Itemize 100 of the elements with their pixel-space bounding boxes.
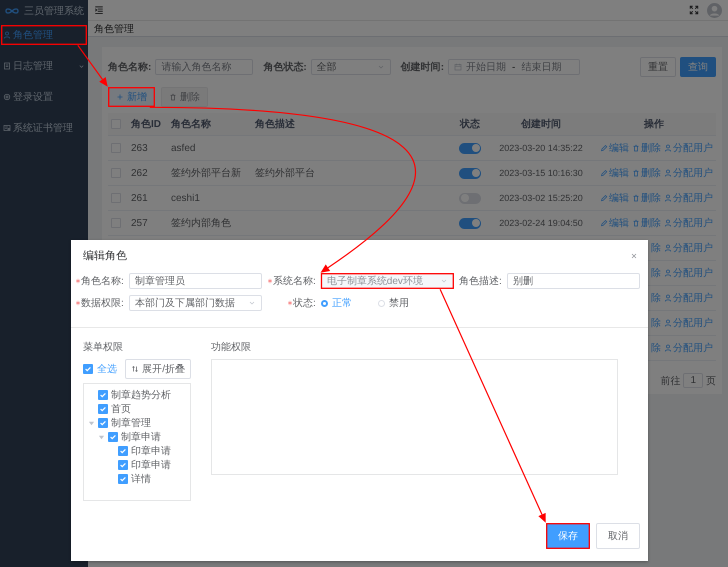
table-cell: 2023-03-20 14:35:22	[499, 143, 583, 153]
table-cell: 2023-03-02 15:25:20	[499, 193, 583, 203]
tree-node-label[interactable]: 详情	[131, 472, 151, 486]
field-label: 角色状态:	[263, 60, 307, 74]
action-link[interactable]: 删除	[632, 141, 661, 155]
trash-icon	[632, 219, 640, 227]
page-suffix: 页	[706, 374, 716, 388]
sidebar-item[interactable]: 系统证书管理	[1, 118, 87, 138]
field-label: 角色描述:	[459, 274, 502, 288]
caret-icon[interactable]	[88, 420, 95, 426]
dialog-title: 编辑角色	[83, 249, 127, 263]
tree-node-label[interactable]: 印章申请	[131, 444, 171, 458]
action-link[interactable]: 分配用户	[664, 191, 713, 205]
table-cell-text: 签约外部平台	[255, 166, 315, 180]
plus-icon	[116, 93, 124, 101]
action-link[interactable]: 删除	[632, 191, 661, 205]
caret-icon[interactable]	[98, 434, 105, 440]
table-cell: 262	[131, 168, 148, 178]
trash-icon	[632, 169, 640, 177]
person-icon	[664, 169, 672, 177]
table-cell: 261	[131, 192, 148, 204]
checkbox[interactable]	[118, 460, 128, 470]
checkbox-label: 全选	[97, 362, 117, 376]
chevron-down-icon	[248, 299, 256, 307]
action-link[interactable]: 分配用户	[664, 316, 713, 330]
tree-node-label[interactable]: 制章趋势分析	[111, 388, 171, 402]
document-icon	[3, 62, 11, 70]
settings-icon	[3, 93, 11, 101]
input-field[interactable]: 制章管理员	[128, 273, 262, 289]
pencil-icon	[600, 169, 608, 177]
checkbox[interactable]	[118, 446, 128, 456]
annotation-arrow	[77, 44, 108, 87]
tree-node-label[interactable]: 制章申请	[121, 430, 161, 444]
pencil-icon	[600, 194, 608, 202]
chevron-down-icon	[78, 62, 85, 70]
action-link[interactable]: 除	[651, 241, 661, 255]
table-cell-text: 签约外部平台新	[171, 166, 241, 180]
checkbox[interactable]	[98, 390, 108, 400]
expand-collapse-button[interactable]: 展开/折叠	[125, 359, 191, 379]
select-field[interactable]: 全部	[310, 59, 391, 75]
action-link[interactable]: 删除	[632, 166, 661, 180]
person-icon	[664, 319, 672, 327]
action-link[interactable]: 分配用户	[664, 341, 713, 355]
action-link[interactable]: 删除	[632, 216, 661, 230]
sidebar-item[interactable]: 角色管理	[1, 25, 87, 45]
input-field[interactable]: 别删	[506, 273, 640, 289]
action-link[interactable]: 分配用户	[664, 291, 713, 305]
toggle-switch[interactable]	[459, 142, 481, 154]
action-link[interactable]: 除	[651, 316, 661, 330]
checkbox[interactable]	[83, 364, 93, 374]
page-input[interactable]: 1	[683, 373, 703, 388]
column-header: 角色名称	[171, 118, 211, 131]
person-icon	[3, 31, 11, 39]
action-link[interactable]: 除	[651, 291, 661, 305]
close-icon[interactable]	[630, 252, 638, 260]
select-field[interactable]: 本部门及下属部门数据	[128, 295, 262, 311]
section-label: 功能权限	[211, 340, 252, 354]
sidebar-item[interactable]: 日志管理	[1, 56, 87, 76]
date-range-field[interactable]: 开始日期 - 结束日期	[448, 59, 580, 75]
reset-button[interactable]: 重置	[640, 57, 676, 77]
cancel-button[interactable]: 取消	[596, 523, 640, 549]
radio-option[interactable]: 正常	[320, 296, 352, 310]
sidebar-item[interactable]: 登录设置	[1, 87, 87, 107]
action-link[interactable]: 分配用户	[664, 216, 713, 230]
column-header: 创建时间	[521, 118, 561, 131]
action-link[interactable]: 除	[651, 266, 661, 280]
action-link[interactable]: 编辑	[600, 216, 629, 230]
menu-icon[interactable]	[94, 5, 104, 15]
action-link[interactable]: 编辑	[600, 191, 629, 205]
tree-node-label[interactable]: 印章申请	[131, 458, 171, 472]
person-icon	[664, 194, 672, 202]
section-label: 菜单权限	[83, 340, 124, 354]
fullscreen-icon[interactable]	[689, 5, 699, 15]
action-link[interactable]: 除	[651, 341, 661, 355]
action-link[interactable]: 分配用户	[664, 166, 713, 180]
logo-icon	[4, 6, 20, 16]
person-icon	[664, 344, 672, 352]
toggle-switch[interactable]	[459, 168, 481, 178]
checkbox[interactable]	[108, 432, 118, 442]
action-link[interactable]: 分配用户	[664, 266, 713, 280]
column-header: 状态	[460, 118, 480, 131]
table-cell: asfed	[171, 142, 196, 154]
calendar-icon	[454, 63, 462, 71]
checkbox[interactable]	[98, 418, 108, 428]
action-link[interactable]: 分配用户	[664, 241, 713, 255]
toggle-switch[interactable]	[459, 218, 481, 228]
checkbox[interactable]	[98, 404, 108, 414]
avatar-icon[interactable]	[707, 2, 722, 18]
chevron-down-icon	[376, 63, 385, 71]
table-cell: 257	[131, 218, 148, 228]
person-icon	[664, 269, 672, 277]
action-link[interactable]: 编辑	[600, 141, 629, 155]
checkbox[interactable]	[118, 474, 128, 484]
tree-node-label[interactable]: 制章管理	[111, 416, 151, 430]
tree-node-label[interactable]: 首页	[111, 402, 131, 416]
search-button[interactable]: 查询	[680, 57, 716, 77]
input-field[interactable]: 请输入角色名称	[155, 59, 254, 75]
action-link[interactable]: 分配用户	[664, 141, 713, 155]
radio-option[interactable]: 禁用	[378, 296, 409, 310]
action-link[interactable]: 编辑	[600, 166, 629, 180]
